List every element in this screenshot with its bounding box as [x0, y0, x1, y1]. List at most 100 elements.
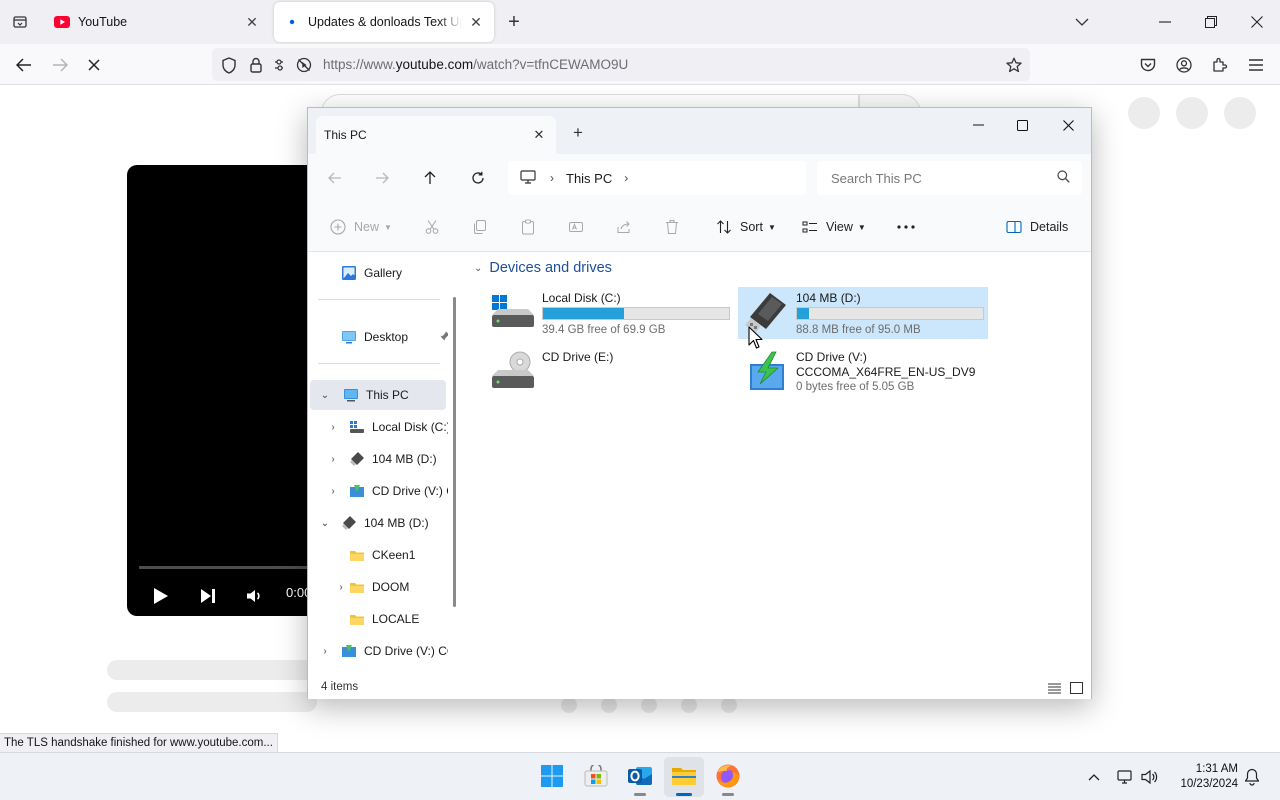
video-player[interactable]: 0:00 — [127, 165, 327, 616]
nav-scrollbar[interactable] — [453, 297, 456, 607]
extensions-icon[interactable] — [1205, 50, 1235, 80]
next-icon[interactable] — [193, 581, 223, 611]
avatar-placeholder[interactable] — [1176, 97, 1208, 129]
show-hidden-icons-chevron-up-icon[interactable] — [1084, 767, 1104, 787]
url-bar[interactable]: https://www.youtube.com/watch?v=tfnCEWAM… — [212, 48, 1030, 81]
cd-drive-icon — [488, 350, 536, 394]
restore-window-icon[interactable] — [1197, 8, 1225, 36]
firefox-app[interactable] — [708, 757, 748, 797]
maximize-window-icon[interactable] — [999, 110, 1045, 140]
drive-usb-d[interactable]: 104 MB (D:) 88.8 MB free of 95.0 MB — [738, 287, 988, 339]
bookmark-star-icon[interactable] — [1005, 56, 1023, 74]
rename-button[interactable] — [566, 214, 592, 240]
search-input[interactable]: Search This PC — [817, 161, 1082, 195]
nav-item-desktop[interactable]: Desktop — [308, 322, 448, 352]
details-view-icon[interactable] — [1046, 680, 1062, 696]
menu-hamburger-icon[interactable] — [1241, 50, 1271, 80]
nav-item-folder-doom[interactable]: › DOOM — [308, 572, 448, 602]
nav-label: Local Disk (C:) — [372, 420, 448, 434]
volume-icon[interactable] — [239, 581, 269, 611]
close-window-icon[interactable] — [1243, 8, 1271, 36]
explorer-title-bar[interactable]: This PC ✕ + — [308, 108, 1091, 154]
up-arrow-icon[interactable] — [415, 163, 445, 193]
delete-button[interactable] — [662, 214, 688, 240]
pocket-icon[interactable] — [1133, 50, 1163, 80]
volume-icon[interactable] — [1140, 767, 1160, 787]
nav-item-this-pc[interactable]: ⌄ This PC — [310, 380, 446, 410]
chevron-right-icon[interactable]: › — [334, 580, 348, 594]
chevron-right-icon[interactable]: › — [326, 420, 340, 434]
chevron-right-icon[interactable]: › — [318, 644, 332, 658]
video-progress-bar[interactable] — [139, 566, 327, 569]
nav-item-folder-locale[interactable]: LOCALE — [308, 604, 448, 634]
group-header-devices[interactable]: ⌄ Devices and drives — [474, 260, 612, 276]
lock-icon[interactable] — [247, 56, 265, 74]
nav-item-cd-drive-v[interactable]: › CD Drive (V:) CCCOMA_X64FRE_EN-US_DV9 — [308, 476, 448, 506]
tracking-protection-icon[interactable] — [220, 56, 238, 74]
copy-button[interactable] — [470, 214, 496, 240]
nav-item-usb-d-expanded[interactable]: ⌄ 104 MB (D:) — [308, 508, 448, 538]
system-clock[interactable]: 1:31 AM 10/23/2024 — [1168, 762, 1238, 792]
details-pane-button[interactable]: Details — [1004, 214, 1068, 240]
file-explorer-app[interactable] — [664, 757, 704, 797]
view-button[interactable]: View ▼ — [800, 214, 866, 240]
loading-placeholder — [681, 697, 697, 713]
nav-item-usb-d[interactable]: › 104 MB (D:) — [308, 444, 448, 474]
network-icon[interactable] — [1115, 767, 1135, 787]
chevron-down-icon[interactable]: ⌄ — [318, 516, 332, 530]
outlook-app[interactable] — [620, 757, 660, 797]
chevron-right-icon[interactable]: › — [624, 171, 628, 185]
large-icons-view-icon[interactable] — [1068, 680, 1084, 696]
cut-button[interactable] — [422, 214, 448, 240]
close-window-icon[interactable] — [1045, 110, 1091, 140]
back-icon[interactable] — [9, 50, 39, 80]
drive-local-disk-c[interactable]: Local Disk (C:) 39.4 GB free of 69.9 GB — [484, 287, 734, 339]
new-tab-button[interactable]: + — [566, 121, 590, 145]
drive-cd-e[interactable]: CD Drive (E:) — [484, 346, 734, 398]
more-options-button[interactable] — [896, 214, 922, 240]
minimize-window-icon[interactable] — [1151, 8, 1179, 36]
explorer-tab[interactable]: This PC ✕ — [316, 116, 556, 154]
forward-icon[interactable] — [367, 163, 397, 193]
breadcrumb-item[interactable]: This PC — [566, 171, 612, 186]
sort-button[interactable]: Sort ▼ — [714, 214, 776, 240]
notification-bell-icon[interactable] — [1242, 767, 1262, 787]
share-button[interactable] — [614, 214, 640, 240]
nav-item-gallery[interactable]: Gallery — [308, 258, 448, 288]
minimize-window-icon[interactable] — [955, 110, 1001, 140]
start-button[interactable] — [532, 757, 572, 797]
permissions-icon[interactable] — [274, 56, 292, 74]
paste-button[interactable] — [518, 214, 544, 240]
avatar-placeholder[interactable] — [1224, 97, 1256, 129]
back-icon[interactable] — [320, 163, 350, 193]
drive-cd-v[interactable]: CD Drive (V:) CCCOMA_X64FRE_EN-US_DV9 0 … — [738, 346, 988, 402]
tab-youtube[interactable]: YouTube ✕ — [44, 2, 270, 42]
chevron-down-icon[interactable]: ⌄ — [318, 388, 332, 402]
close-tab-icon[interactable]: ✕ — [530, 126, 548, 144]
nav-item-cd-drive-v-2[interactable]: › CD Drive (V:) CCCOMA_X64FRE_EN-US_DV9 — [308, 636, 448, 666]
forward-icon[interactable] — [45, 50, 75, 80]
account-icon[interactable] — [1169, 50, 1199, 80]
play-icon[interactable] — [146, 581, 176, 611]
nav-item-folder-ckeen1[interactable]: CKeen1 — [308, 540, 448, 570]
list-all-tabs-icon[interactable] — [1068, 8, 1096, 36]
refresh-icon[interactable] — [463, 163, 493, 193]
avatar-placeholder[interactable] — [1128, 97, 1160, 129]
autoplay-blocked-icon[interactable] — [295, 56, 313, 74]
pin-icon[interactable] — [440, 330, 448, 344]
close-tab-icon[interactable]: ✕ — [468, 14, 484, 30]
tab-active-updates[interactable]: Updates & donloads Text Update ✕ — [274, 2, 494, 42]
new-button[interactable]: New ▼ — [328, 214, 392, 240]
chevron-right-icon[interactable]: › — [326, 452, 340, 466]
stop-loading-icon[interactable] — [79, 50, 109, 80]
chevron-down-icon[interactable]: ⌄ — [474, 263, 482, 274]
loading-placeholder — [107, 660, 317, 680]
chevron-right-icon[interactable]: › — [326, 484, 340, 498]
store-app[interactable] — [576, 757, 616, 797]
new-tab-button[interactable]: + — [502, 10, 526, 34]
tab-list-icon[interactable] — [8, 10, 32, 34]
close-tab-icon[interactable]: ✕ — [244, 14, 260, 30]
nav-item-local-disk-c[interactable]: › Local Disk (C:) — [308, 412, 448, 442]
breadcrumb[interactable]: › This PC › — [508, 161, 806, 195]
chevron-right-icon[interactable]: › — [550, 171, 554, 185]
